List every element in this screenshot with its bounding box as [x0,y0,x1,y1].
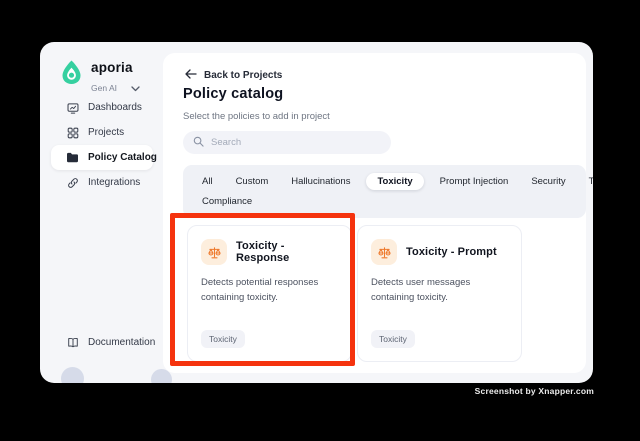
scale-icon [371,239,397,265]
watermark: Screenshot by Xnapper.com [474,386,594,396]
filter-tabs: All Custom Hallucinations Toxicity Promp… [183,165,593,218]
scale-icon [201,239,227,265]
sidebar-item-documentation[interactable]: Documentation [51,330,156,355]
page-title: Policy catalog [183,86,284,102]
sidebar-item-label: Integrations [88,177,141,188]
app-window: aporia Gen AI Dashboards Projects Policy… [40,42,593,383]
policy-card-toxicity-prompt[interactable]: Toxicity - Prompt Detects user messages … [357,225,522,362]
sidebar-item-projects[interactable]: Projects [51,120,153,145]
dashboard-icon [66,102,79,114]
policy-card-title: Toxicity - Response [236,240,290,264]
tab-toxicity[interactable]: Toxicity [366,172,424,190]
sidebar: aporia Gen AI Dashboards Projects Policy… [40,42,163,383]
search-box[interactable] [183,131,391,154]
tab-all[interactable]: All [195,173,220,190]
sidebar-item-label: Dashboards [88,102,142,113]
sidebar-nav: Dashboards Projects Policy Catalog Integ… [51,95,157,195]
tab-security[interactable]: Security [524,173,572,190]
sidebar-item-policy-catalog[interactable]: Policy Catalog [51,145,157,170]
brand-name: aporia [91,60,133,75]
policy-card-title: Toxicity - Prompt [406,246,497,258]
workspace-switcher[interactable]: aporia Gen AI [59,59,140,97]
tab-hallucinations[interactable]: Hallucinations [284,173,357,190]
tab-test[interactable]: Test [582,173,593,190]
policy-cards: Toxicity - Response Detects potential re… [187,225,522,362]
tab-custom[interactable]: Custom [229,173,276,190]
back-to-projects-link[interactable]: Back to Projects [185,66,282,84]
sidebar-item-integrations[interactable]: Integrations [51,170,153,195]
filter-tabs-row-2: Compliance [195,191,574,211]
page-subtitle: Select the policies to add in project [183,111,330,122]
arrow-left-icon [185,66,197,84]
filter-tabs-row-1: All Custom Hallucinations Toxicity Promp… [195,171,593,191]
policy-card-description: Detects user messages containing toxicit… [371,277,471,303]
sidebar-item-label: Documentation [88,337,156,348]
policy-card-tag: Toxicity [201,330,245,348]
sidebar-item-label: Projects [88,127,125,138]
policy-card-description: Detects potential responses containing t… [201,277,319,303]
sidebar-item-label: Policy Catalog [88,152,157,163]
sidebar-footer: Documentation [51,330,156,355]
sidebar-item-dashboards[interactable]: Dashboards [51,95,153,120]
folder-icon [66,152,79,163]
tab-compliance[interactable]: Compliance [195,193,259,210]
tab-prompt-injection[interactable]: Prompt Injection [433,173,516,190]
grid-icon [66,127,79,139]
workspace-name: Gen AI [91,83,117,93]
policy-card-tag: Toxicity [371,330,415,348]
link-icon [66,177,79,189]
search-icon [193,134,204,152]
back-link-label: Back to Projects [204,69,283,81]
book-icon [66,337,79,348]
policy-card-toxicity-response[interactable]: Toxicity - Response Detects potential re… [187,225,352,362]
main-panel: Back to Projects Policy catalog Select t… [163,53,593,373]
aporia-droplet-icon [59,59,84,90]
search-input[interactable] [211,137,371,148]
